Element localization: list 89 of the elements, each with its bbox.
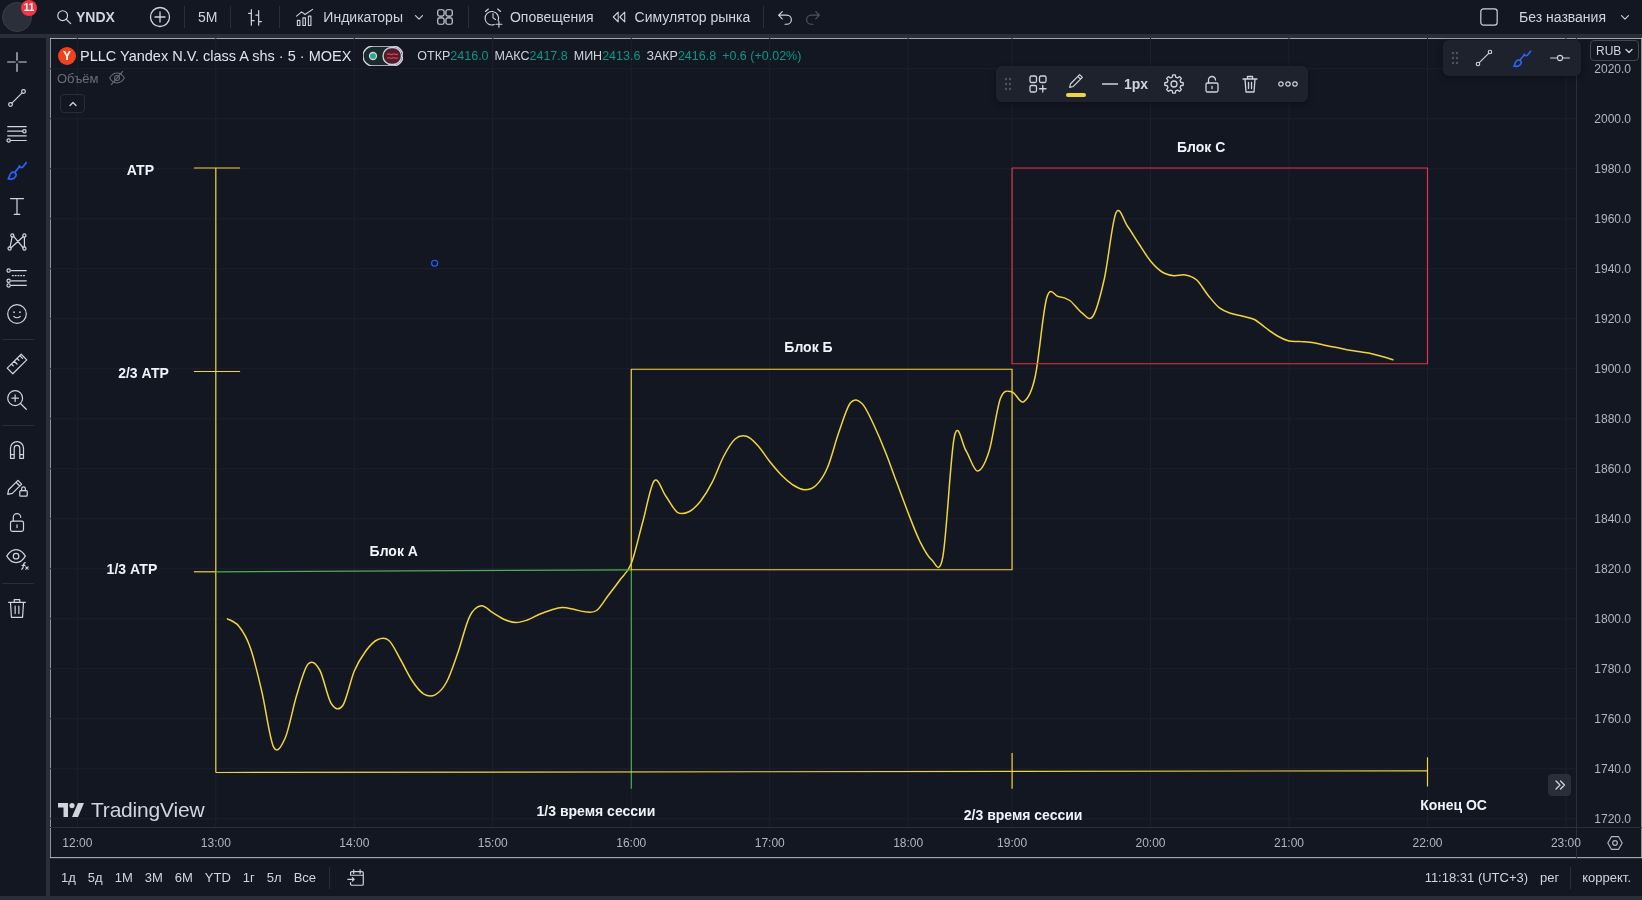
price-axis-label: 1900.0 [1594,361,1631,376]
more-icon [1278,81,1299,87]
scroll-to-latest-button[interactable] [1548,774,1571,796]
time-axis-label: 13:00 [200,836,231,850]
range-button[interactable]: 5д [82,864,108,891]
range-button[interactable]: 5л [261,864,287,891]
price-axis-label: 1800.0 [1594,611,1631,626]
squares-plus-icon [1027,73,1049,95]
logo-mark-icon [58,802,85,818]
chart-label: 1/3 время сессии [536,802,656,819]
price-axis-label: 1820.0 [1594,561,1631,576]
range-button[interactable]: 1М [109,864,138,891]
notification-count: 11 [21,0,37,16]
ohlc-value: 2416.0 [450,49,489,63]
chart-label: АТР [126,162,154,178]
line-width-button[interactable]: 1px [1098,69,1153,99]
price-axis-label: 1760.0 [1594,711,1631,726]
replay-button[interactable]: Симулятор рынка [603,3,757,31]
price-axis-label: 1980.0 [1594,161,1631,176]
settings-icon [1163,73,1186,95]
indicators-button[interactable]: Индикаторы [288,3,409,31]
ohlc-value: 2417.8 [529,49,568,63]
chart-label: Блок С [1177,139,1226,155]
axis-settings-button[interactable] [1605,833,1625,853]
time-axis-label: 14:00 [339,836,370,850]
price-axis-label: 1940.0 [1594,261,1631,276]
chart-label: 2/3 время сессии [963,807,1083,823]
eye-off-icon[interactable] [108,69,127,87]
time-axis-label: 17:00 [754,836,785,850]
symbol-search-button[interactable]: YNDX [50,3,121,31]
time-axis-label: 16:00 [616,836,647,850]
time-axis-label: 22:00 [1412,836,1443,850]
range-button[interactable]: YTD [199,864,236,891]
price-axis-label: 2000.0 [1594,111,1631,126]
time-axis-label: 21:00 [1274,836,1305,850]
timezone-button[interactable]: 11:18:31 (UTC+3) [1419,864,1534,891]
range-button[interactable]: 3М [139,864,168,891]
session-button[interactable]: рег [1535,864,1565,891]
user-avatar[interactable] [2,2,32,32]
price-axis-label: 1960.0 [1594,211,1631,226]
settings-icon [1606,834,1624,852]
adjustment-button[interactable]: коррект. [1577,864,1636,891]
price-change: +0.6 (+0.02%) [722,49,802,63]
price-axis-label: 2020.0 [1594,61,1631,76]
currency-button[interactable]: RUB [1590,40,1640,61]
ohlc-label: МИН [573,49,603,63]
range-button[interactable]: 6М [169,864,198,891]
time-axis-label: 23:00 [1550,836,1581,850]
time-axis-label: 12:00 [62,836,93,850]
drag-handle-icon[interactable] [1451,51,1459,65]
price-axis-label: 1920.0 [1594,311,1631,326]
alarm-clock-icon [481,6,504,28]
ohlc-label: ОТКР [417,49,451,63]
volume-label[interactable]: Объём [57,70,99,86]
layout-name-button[interactable]: Без названия [1513,3,1638,31]
chart-label: Конец ОС [1420,796,1487,813]
ohlc-label: МАКС [494,49,530,63]
chart-label: 1/3 АТР [106,560,158,577]
range-button[interactable]: 1д [56,864,81,891]
pencil-icon [1066,71,1086,91]
grid-icon [434,7,455,27]
plus-circle-icon [148,6,171,28]
range-button[interactable]: 1г [237,864,260,891]
time-axis-label: 15:00 [477,836,508,850]
price-axis-label: 1740.0 [1594,761,1631,776]
drag-handle-icon[interactable] [1004,77,1012,91]
ohlc-value: 2413.6 [602,49,641,63]
line-icon [1102,83,1118,85]
ohlc-value: 2416.8 [677,49,717,63]
search-icon [56,9,72,25]
collapse-button[interactable] [60,94,85,113]
price-axis-label: 1720.0 [1594,811,1631,826]
time-axis-label: 18:00 [893,836,924,850]
interval-button[interactable]: 5M [191,3,224,31]
logo-wordmark: TradingView [91,798,205,822]
alerts-button[interactable]: Оповещения [475,3,600,31]
market-status-icon[interactable] [363,46,404,66]
symbol-title[interactable]: PLLC Yandex N.V. class A shs · 5 · MOEX [80,48,352,64]
range-button[interactable]: Все [288,864,322,891]
time-axis-label: 20:00 [1135,836,1166,850]
square-icon [1479,7,1500,27]
price-axis-label: 1780.0 [1594,661,1631,676]
price-axis-label: 1880.0 [1594,411,1631,426]
price-axis-label: 1840.0 [1594,511,1631,526]
ohlc-label: ЗАКР [646,49,678,63]
chart-label: 2/3 АТР [118,364,169,381]
time-axis-label: 19:00 [997,836,1028,850]
price-axis-label: 1860.0 [1594,461,1631,476]
calendar-icon [346,867,367,888]
